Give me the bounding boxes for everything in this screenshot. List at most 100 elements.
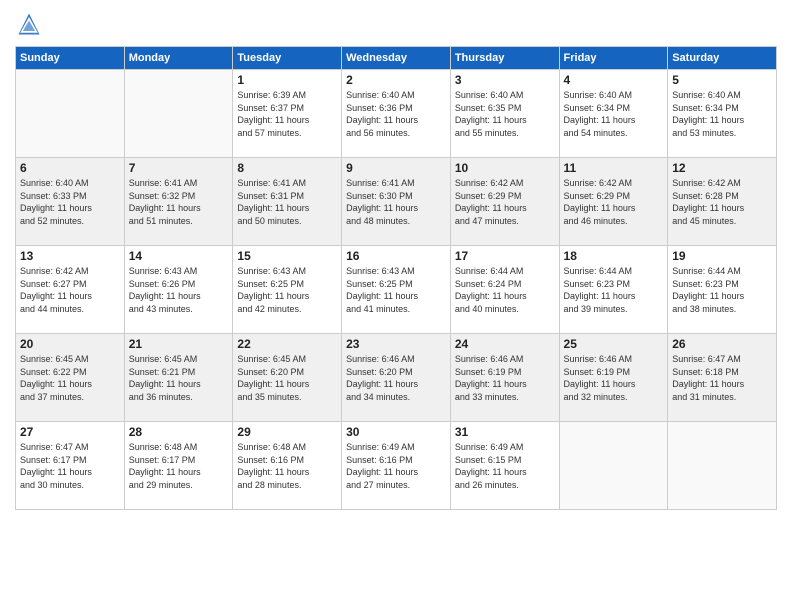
day-info: Sunrise: 6:49 AM Sunset: 6:15 PM Dayligh…: [455, 441, 555, 491]
table-row: 18 Sunrise: 6:44 AM Sunset: 6:23 PM Dayli…: [559, 246, 668, 334]
table-row: 9 Sunrise: 6:41 AM Sunset: 6:30 PM Daylig…: [342, 158, 451, 246]
day-number: 8: [237, 161, 337, 175]
table-row: [668, 422, 777, 510]
table-row: 14 Sunrise: 6:43 AM Sunset: 6:26 PM Dayli…: [124, 246, 233, 334]
day-info: Sunrise: 6:40 AM Sunset: 6:34 PM Dayligh…: [564, 89, 664, 139]
day-number: 6: [20, 161, 120, 175]
table-row: 13Sunrise: 6:42 AM Sunset: 6:27 PM Dayli…: [16, 246, 125, 334]
day-info: Sunrise: 6:45 AM Sunset: 6:20 PM Dayligh…: [237, 353, 337, 403]
day-info: Sunrise: 6:42 AM Sunset: 6:29 PM Dayligh…: [564, 177, 664, 227]
day-info: Sunrise: 6:41 AM Sunset: 6:32 PM Dayligh…: [129, 177, 229, 227]
table-row: 6 Sunrise: 6:40 AM Sunset: 6:33 PM Daylig…: [16, 158, 125, 246]
day-number: 5: [672, 73, 772, 87]
col-wednesday: Wednesday: [342, 47, 451, 70]
day-info: Sunrise: 6:48 AM Sunset: 6:16 PM Dayligh…: [237, 441, 337, 491]
day-info: Sunrise: 6:43 AM Sunset: 6:26 PM Dayligh…: [129, 265, 229, 315]
table-row: 19 Sunrise: 6:44 AM Sunset: 6:23 PM Dayli…: [668, 246, 777, 334]
day-info: Sunrise: 6:40 AM Sunset: 6:36 PM Dayligh…: [346, 89, 446, 139]
table-row: 27Sunrise: 6:47 AM Sunset: 6:17 PM Dayli…: [16, 422, 125, 510]
day-info: Sunrise: 6:42 AM Sunset: 6:27 PM Dayligh…: [20, 265, 120, 315]
table-row: 26 Sunrise: 6:47 AM Sunset: 6:18 PM Dayli…: [668, 334, 777, 422]
col-sunday: Sunday: [16, 47, 125, 70]
day-info: Sunrise: 6:46 AM Sunset: 6:19 PM Dayligh…: [564, 353, 664, 403]
table-row: [16, 70, 125, 158]
day-number: 24: [455, 337, 555, 351]
day-number: 22: [237, 337, 337, 351]
day-number: 19: [672, 249, 772, 263]
day-info: Sunrise: 6:49 AM Sunset: 6:16 PM Dayligh…: [346, 441, 446, 491]
day-number: 18: [564, 249, 664, 263]
calendar-week-row: 13Sunrise: 6:42 AM Sunset: 6:27 PM Dayli…: [16, 246, 777, 334]
calendar-week-row: 27Sunrise: 6:47 AM Sunset: 6:17 PM Dayli…: [16, 422, 777, 510]
day-number: 31: [455, 425, 555, 439]
table-row: 12 Sunrise: 6:42 AM Sunset: 6:28 PM Dayli…: [668, 158, 777, 246]
day-info: Sunrise: 6:40 AM Sunset: 6:35 PM Dayligh…: [455, 89, 555, 139]
day-number: 30: [346, 425, 446, 439]
logo: [15, 10, 47, 38]
day-number: 21: [129, 337, 229, 351]
calendar-week-row: 1 Sunrise: 6:39 AM Sunset: 6:37 PM Daylig…: [16, 70, 777, 158]
table-row: 3 Sunrise: 6:40 AM Sunset: 6:35 PM Daylig…: [450, 70, 559, 158]
col-tuesday: Tuesday: [233, 47, 342, 70]
table-row: 10 Sunrise: 6:42 AM Sunset: 6:29 PM Dayli…: [450, 158, 559, 246]
day-info: Sunrise: 6:41 AM Sunset: 6:30 PM Dayligh…: [346, 177, 446, 227]
table-row: 28Sunrise: 6:48 AM Sunset: 6:17 PM Dayli…: [124, 422, 233, 510]
day-info: Sunrise: 6:47 AM Sunset: 6:18 PM Dayligh…: [672, 353, 772, 403]
day-number: 14: [129, 249, 229, 263]
table-row: 1 Sunrise: 6:39 AM Sunset: 6:37 PM Daylig…: [233, 70, 342, 158]
table-row: [559, 422, 668, 510]
day-number: 17: [455, 249, 555, 263]
day-info: Sunrise: 6:45 AM Sunset: 6:22 PM Dayligh…: [20, 353, 120, 403]
day-number: 26: [672, 337, 772, 351]
table-row: 17 Sunrise: 6:44 AM Sunset: 6:24 PM Dayli…: [450, 246, 559, 334]
day-number: 25: [564, 337, 664, 351]
calendar-header-row: Sunday Monday Tuesday Wednesday Thursday…: [16, 47, 777, 70]
day-info: Sunrise: 6:41 AM Sunset: 6:31 PM Dayligh…: [237, 177, 337, 227]
table-row: 23 Sunrise: 6:46 AM Sunset: 6:20 PM Dayli…: [342, 334, 451, 422]
day-number: 12: [672, 161, 772, 175]
table-row: 25 Sunrise: 6:46 AM Sunset: 6:19 PM Dayli…: [559, 334, 668, 422]
header: [15, 10, 777, 38]
day-info: Sunrise: 6:42 AM Sunset: 6:28 PM Dayligh…: [672, 177, 772, 227]
table-row: 24Sunrise: 6:46 AM Sunset: 6:19 PM Dayli…: [450, 334, 559, 422]
day-number: 15: [237, 249, 337, 263]
calendar-week-row: 20Sunrise: 6:45 AM Sunset: 6:22 PM Dayli…: [16, 334, 777, 422]
table-row: 4Sunrise: 6:40 AM Sunset: 6:34 PM Daylig…: [559, 70, 668, 158]
table-row: 22 Sunrise: 6:45 AM Sunset: 6:20 PM Dayli…: [233, 334, 342, 422]
table-row: 8 Sunrise: 6:41 AM Sunset: 6:31 PM Daylig…: [233, 158, 342, 246]
table-row: 5 Sunrise: 6:40 AM Sunset: 6:34 PM Daylig…: [668, 70, 777, 158]
day-number: 23: [346, 337, 446, 351]
table-row: 2 Sunrise: 6:40 AM Sunset: 6:36 PM Daylig…: [342, 70, 451, 158]
day-number: 2: [346, 73, 446, 87]
day-number: 16: [346, 249, 446, 263]
day-number: 9: [346, 161, 446, 175]
day-number: 1: [237, 73, 337, 87]
day-info: Sunrise: 6:40 AM Sunset: 6:33 PM Dayligh…: [20, 177, 120, 227]
table-row: 21 Sunrise: 6:45 AM Sunset: 6:21 PM Dayli…: [124, 334, 233, 422]
calendar-table: Sunday Monday Tuesday Wednesday Thursday…: [15, 46, 777, 510]
day-number: 3: [455, 73, 555, 87]
day-info: Sunrise: 6:43 AM Sunset: 6:25 PM Dayligh…: [346, 265, 446, 315]
day-info: Sunrise: 6:45 AM Sunset: 6:21 PM Dayligh…: [129, 353, 229, 403]
day-number: 11: [564, 161, 664, 175]
table-row: 20Sunrise: 6:45 AM Sunset: 6:22 PM Dayli…: [16, 334, 125, 422]
day-info: Sunrise: 6:46 AM Sunset: 6:20 PM Dayligh…: [346, 353, 446, 403]
day-info: Sunrise: 6:40 AM Sunset: 6:34 PM Dayligh…: [672, 89, 772, 139]
day-number: 29: [237, 425, 337, 439]
table-row: 30 Sunrise: 6:49 AM Sunset: 6:16 PM Dayli…: [342, 422, 451, 510]
day-number: 10: [455, 161, 555, 175]
table-row: [124, 70, 233, 158]
day-info: Sunrise: 6:44 AM Sunset: 6:24 PM Dayligh…: [455, 265, 555, 315]
page: Sunday Monday Tuesday Wednesday Thursday…: [0, 0, 792, 612]
col-monday: Monday: [124, 47, 233, 70]
table-row: 29 Sunrise: 6:48 AM Sunset: 6:16 PM Dayli…: [233, 422, 342, 510]
day-info: Sunrise: 6:39 AM Sunset: 6:37 PM Dayligh…: [237, 89, 337, 139]
table-row: 16 Sunrise: 6:43 AM Sunset: 6:25 PM Dayli…: [342, 246, 451, 334]
day-number: 7: [129, 161, 229, 175]
day-info: Sunrise: 6:42 AM Sunset: 6:29 PM Dayligh…: [455, 177, 555, 227]
day-info: Sunrise: 6:44 AM Sunset: 6:23 PM Dayligh…: [672, 265, 772, 315]
day-info: Sunrise: 6:43 AM Sunset: 6:25 PM Dayligh…: [237, 265, 337, 315]
day-info: Sunrise: 6:44 AM Sunset: 6:23 PM Dayligh…: [564, 265, 664, 315]
col-saturday: Saturday: [668, 47, 777, 70]
logo-icon: [15, 10, 43, 38]
